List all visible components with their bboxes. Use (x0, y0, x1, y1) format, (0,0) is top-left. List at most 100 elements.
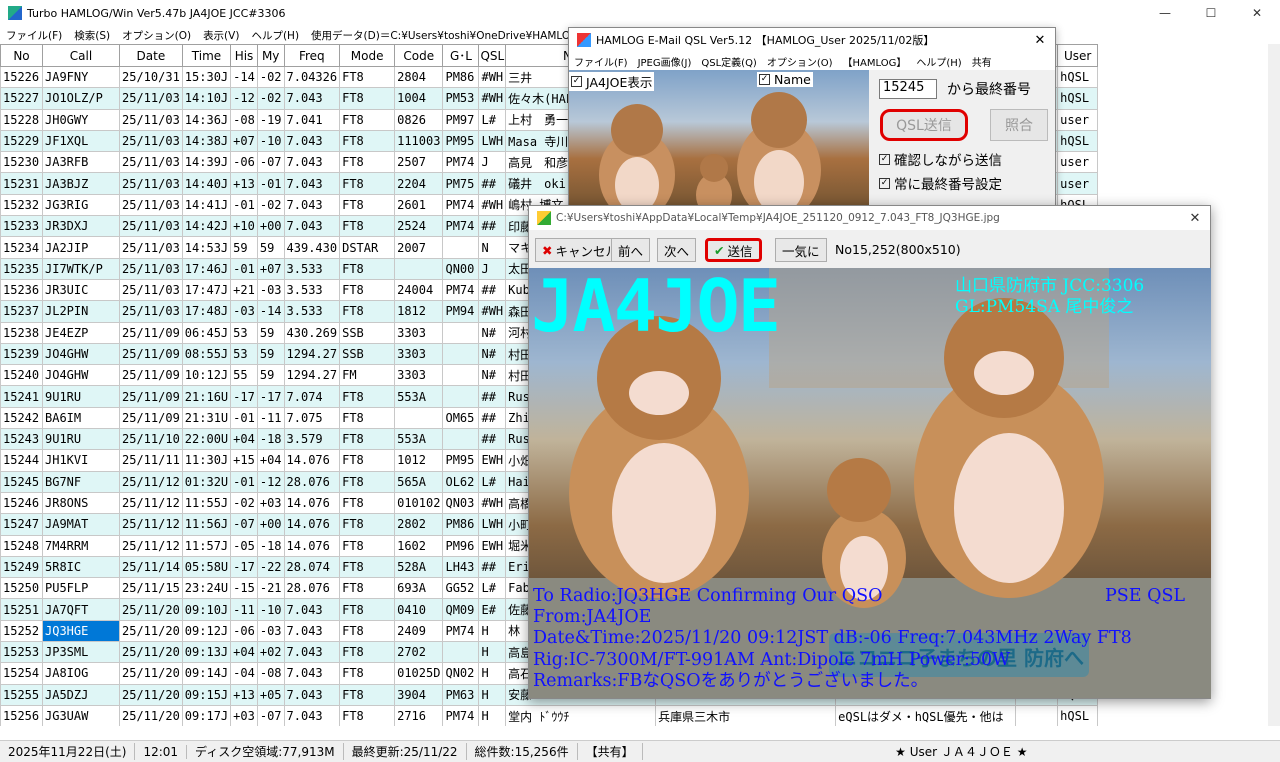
table-cell[interactable]: 17:46J (181, 257, 232, 280)
table-cell[interactable]: FT8 (339, 193, 396, 217)
table-cell[interactable]: 53 (230, 342, 258, 366)
table-cell[interactable]: -14 (230, 65, 258, 89)
table-cell[interactable]: FT8 (339, 428, 396, 451)
table-cell[interactable]: 553A (394, 385, 444, 408)
table-cell[interactable]: 17:48J (181, 300, 232, 323)
table-cell[interactable]: -01 (230, 257, 258, 280)
table-cell[interactable]: 15252 (0, 619, 43, 643)
table-cell[interactable]: 14.076 (283, 513, 341, 536)
table-cell[interactable]: 7.043 (283, 641, 341, 664)
column-header[interactable]: No (0, 44, 43, 67)
table-cell[interactable]: 24004 (394, 278, 444, 302)
table-cell[interactable]: JE4EZP (42, 321, 120, 344)
table-cell[interactable]: 15240 (0, 364, 43, 387)
table-cell[interactable]: PM74 (442, 278, 480, 302)
table-cell[interactable]: 7.043 (283, 215, 341, 238)
table-cell[interactable]: 25/11/20 (119, 662, 183, 685)
table-cell[interactable] (1015, 704, 1059, 726)
table-cell[interactable]: PM75 (442, 172, 480, 195)
table-cell[interactable]: +07 (230, 129, 258, 153)
table-cell[interactable]: EWH (478, 449, 507, 472)
menu-view[interactable]: 表示(V) (197, 28, 245, 43)
table-cell[interactable]: -07 (230, 513, 258, 536)
table-cell[interactable]: 15255 (0, 683, 43, 706)
table-cell[interactable]: JA7QFT (42, 598, 120, 621)
table-cell[interactable]: 14:36J (181, 108, 232, 131)
table-cell[interactable]: JL2PIN (42, 300, 120, 323)
table-cell[interactable]: 09:13J (181, 641, 232, 664)
table-cell[interactable]: 14:40J (181, 172, 232, 195)
table-cell[interactable]: N# (478, 364, 507, 387)
table-cell[interactable]: 53 (230, 321, 258, 344)
table-cell[interactable]: 25/11/03 (119, 278, 183, 302)
table-cell[interactable]: #WH (478, 87, 507, 110)
table-cell[interactable]: 01:32U (181, 470, 232, 493)
table-cell[interactable]: 3904 (394, 683, 444, 706)
table-cell[interactable]: J (478, 257, 507, 280)
column-header[interactable]: Date (119, 44, 183, 67)
table-cell[interactable]: 25/11/20 (119, 641, 183, 664)
table-cell[interactable]: 9U1RU (42, 428, 120, 451)
table-cell[interactable]: QN03 (442, 491, 480, 515)
table-cell[interactable]: JG3RIG (42, 193, 120, 217)
table-cell[interactable]: 14:39J (181, 151, 232, 174)
table-cell[interactable]: 25/11/10 (119, 428, 183, 451)
table-cell[interactable]: H (478, 662, 507, 685)
table-cell[interactable]: 25/11/20 (119, 619, 183, 643)
column-header[interactable]: My (256, 44, 285, 67)
table-cell[interactable] (442, 342, 480, 366)
table-cell[interactable]: 11:56J (181, 513, 232, 536)
table-cell[interactable]: -21 (256, 577, 285, 600)
column-header[interactable]: QSL (478, 44, 507, 67)
table-cell[interactable]: 3.533 (283, 278, 341, 302)
table-cell[interactable] (442, 428, 480, 451)
table-cell[interactable]: 28.076 (283, 577, 341, 600)
name-checkbox[interactable]: ✓ Name (757, 72, 813, 87)
table-cell[interactable]: 59 (230, 236, 258, 259)
table-cell[interactable]: FT8 (339, 513, 396, 536)
table-cell[interactable]: PM74 (442, 704, 480, 726)
table-cell[interactable]: E# (478, 598, 507, 621)
table-cell[interactable]: 2409 (394, 619, 444, 643)
email-menu-jpeg[interactable]: JPEG画像(J) (633, 54, 697, 69)
table-cell[interactable]: N# (478, 342, 507, 366)
table-cell[interactable]: N# (478, 321, 507, 344)
table-cell[interactable]: 14:53J (181, 236, 232, 259)
table-cell[interactable]: L# (478, 108, 507, 131)
table-cell[interactable]: 05:58U (181, 555, 232, 579)
table-cell[interactable]: #WH (478, 193, 507, 217)
minimize-button[interactable]: — (1142, 0, 1188, 26)
table-cell[interactable]: -14 (256, 300, 285, 323)
table-cell[interactable]: +03 (230, 704, 258, 726)
table-cell[interactable]: BG7NF (42, 470, 120, 493)
table-cell[interactable]: -07 (256, 704, 285, 726)
table-cell[interactable]: FT8 (339, 598, 396, 621)
table-cell[interactable]: user (1057, 172, 1099, 195)
table-cell[interactable]: 15247 (0, 513, 43, 536)
table-cell[interactable]: 1012 (394, 449, 444, 472)
table-cell[interactable]: SSB (339, 342, 396, 366)
table-cell[interactable]: 2007 (394, 236, 444, 259)
table-cell[interactable]: 14:38J (181, 129, 232, 153)
table-cell[interactable]: PM53 (442, 87, 480, 110)
table-cell[interactable]: 565A (394, 470, 444, 493)
table-cell[interactable]: 15229 (0, 129, 43, 153)
table-cell[interactable]: 17:47J (181, 278, 232, 302)
table-cell[interactable]: 15232 (0, 193, 43, 217)
table-cell[interactable]: -18 (256, 428, 285, 451)
table-cell[interactable]: -17 (256, 385, 285, 408)
table-cell[interactable]: FT8 (339, 577, 396, 600)
table-cell[interactable]: +04 (230, 641, 258, 664)
table-cell[interactable]: FT8 (339, 704, 396, 726)
menu-help[interactable]: ヘルプ(H) (245, 28, 305, 43)
table-cell[interactable]: 3.579 (283, 428, 341, 451)
table-cell[interactable]: -03 (256, 278, 285, 302)
table-cell[interactable]: -08 (256, 662, 285, 685)
table-cell[interactable]: 7.074 (283, 385, 341, 408)
table-cell[interactable]: 25/11/09 (119, 385, 183, 408)
table-cell[interactable]: 15234 (0, 236, 43, 259)
table-cell[interactable]: 15241 (0, 385, 43, 408)
table-cell[interactable]: 1294.27 (283, 342, 341, 366)
table-cell[interactable]: 25/11/12 (119, 534, 183, 557)
column-header[interactable]: Code (394, 44, 444, 67)
